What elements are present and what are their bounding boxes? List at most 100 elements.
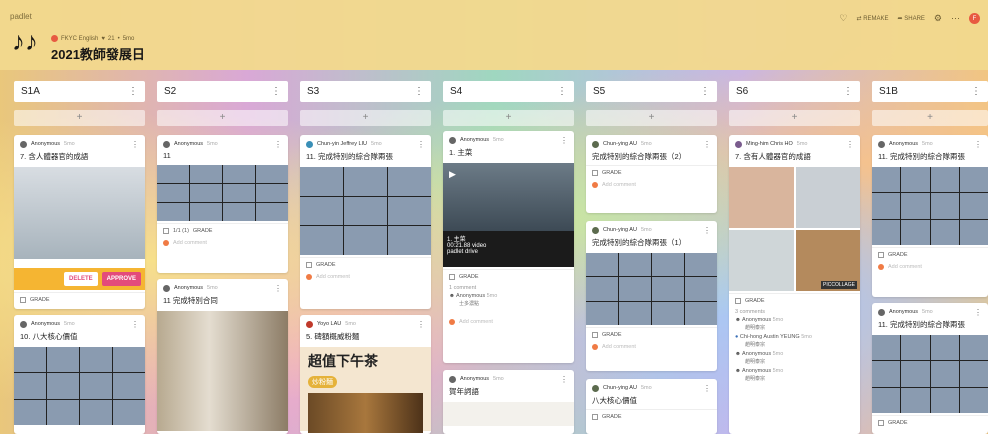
kebab-icon[interactable]: ⋮ (131, 320, 139, 329)
post-card[interactable]: Chun-ying AU 5mo ⋮ 八大核心價值 GRADE (586, 379, 717, 434)
add-comment[interactable]: Add comment (586, 342, 717, 355)
kebab-icon[interactable]: ⋮ (560, 136, 568, 145)
post-card[interactable]: Anonymous 5mo ⋮ 11 完成特別合同 (157, 279, 288, 434)
kebab-icon[interactable]: ⋮ (274, 140, 282, 149)
column-header[interactable]: S1A ⋮ (14, 81, 145, 102)
post-time: 5mo (640, 141, 652, 147)
kebab-icon[interactable]: ⋮ (417, 140, 425, 149)
video-frame[interactable]: ▶ (443, 163, 574, 231)
user-avatar[interactable]: F (969, 13, 980, 24)
kebab-icon[interactable]: ⋮ (703, 140, 711, 149)
post-card[interactable]: Ming-him Chris HO 5mo ⋮ 7. 含有人體器官的成語 PICCO… (729, 135, 860, 434)
grade-row[interactable]: GRADE (729, 293, 860, 308)
add-post-button[interactable]: + (14, 110, 145, 126)
add-post-button[interactable]: + (872, 110, 988, 126)
collage-cell (795, 167, 860, 228)
more-icon[interactable]: ⋯ (951, 13, 960, 24)
post-title: 八大核心價值 (592, 396, 637, 405)
add-comment[interactable]: Add comment (872, 262, 988, 275)
kebab-icon[interactable]: ⋮ (128, 86, 138, 97)
post-image[interactable] (872, 167, 988, 245)
add-comment[interactable]: Add comment (443, 317, 574, 330)
kebab-icon[interactable]: ⋮ (843, 86, 853, 97)
post-image[interactable]: 超值下午茶 炒粉麵 (300, 347, 431, 433)
grade-row[interactable]: GRADE (443, 269, 574, 284)
video-player[interactable]: ▶ 1. 主菜 00:21.88 video padlet drive (443, 163, 574, 267)
kebab-icon[interactable]: ⋮ (417, 320, 425, 329)
remake-button[interactable]: ⇄ REMAKE (857, 15, 889, 22)
share-button[interactable]: ➦ SHARE (898, 15, 925, 22)
column-header[interactable]: S1B ⋮ (872, 81, 988, 102)
kebab-icon[interactable]: ⋮ (703, 226, 711, 235)
grade-row[interactable]: GRADE (300, 257, 431, 272)
add-comment[interactable]: Add comment (300, 272, 431, 285)
post-image[interactable] (586, 253, 717, 325)
kebab-icon[interactable]: ⋮ (700, 86, 710, 97)
author-avatar (449, 375, 456, 383)
post-image[interactable] (443, 402, 574, 426)
add-post-button[interactable]: + (586, 110, 717, 126)
kebab-icon[interactable]: ⋮ (414, 86, 424, 97)
grade-row[interactable]: 1/1 (1) GRADE (157, 223, 288, 238)
comment-count[interactable]: 1 comment (443, 284, 574, 292)
kebab-icon[interactable]: ⋮ (974, 140, 982, 149)
post-card[interactable]: Chun-ying AU 5mo ⋮ 完成特別的綜合隊兩張（2） GRADE Add… (586, 135, 717, 213)
column-header[interactable]: S6 ⋮ (729, 81, 860, 102)
post-card[interactable]: Anonymous 5mo ⋮ 10. 八大核心價值 (14, 315, 145, 434)
add-comment[interactable]: Add comment (157, 238, 288, 251)
add-post-button[interactable]: + (300, 110, 431, 126)
post-card[interactable]: Anonymous 5mo ⋮ 賀年詞語 (443, 370, 574, 434)
kebab-icon[interactable]: ⋮ (560, 375, 568, 384)
kebab-icon[interactable]: ⋮ (271, 86, 281, 97)
post-image[interactable] (14, 167, 145, 259)
add-comment[interactable]: Add comment (586, 180, 717, 193)
add-post-button[interactable]: + (157, 110, 288, 126)
post-time: 5mo (640, 227, 652, 233)
post-card[interactable]: Anonymous 5mo ⋮ 11. 完成特別的綜合隊兩張 GRADE (872, 303, 988, 434)
board-author[interactable]: FKYC English (61, 36, 98, 42)
post-card[interactable]: Chun-yin Jeffrey LIU 5mo ⋮ 11. 完成特別的綜合隊兩張 … (300, 135, 431, 309)
post-image[interactable] (157, 311, 288, 431)
post-card[interactable]: Yoyo LAU 5mo ⋮ 5. 碑額概威粉麵 超值下午茶 炒粉麵 (300, 315, 431, 434)
post-image[interactable] (872, 335, 988, 413)
grade-label: GRADE (602, 170, 622, 176)
grade-row[interactable]: GRADE (14, 292, 145, 307)
column-header[interactable]: S4 ⋮ (443, 81, 574, 102)
heart-icon[interactable]: ♡ (839, 13, 847, 24)
comment-count[interactable]: 3 comments (729, 308, 860, 316)
kebab-icon[interactable]: ⋮ (557, 86, 567, 97)
gear-icon[interactable]: ⚙ (934, 13, 942, 24)
comment-author: ☻ Anonymous 5mo (729, 316, 860, 324)
post-image[interactable]: PICCOLLAGE (729, 167, 860, 291)
kebab-icon[interactable]: ⋮ (971, 86, 981, 97)
brand-logo[interactable]: padlet (10, 12, 32, 21)
post-card[interactable]: Anonymous 5mo ⋮ 11 1/1 (1) GRADE Add commen… (157, 135, 288, 273)
kebab-icon[interactable]: ⋮ (974, 308, 982, 317)
post-card[interactable]: Anonymous 5mo ⋮ 7. 含人體器官的成語 DELETE APPROVE… (14, 135, 145, 309)
play-icon[interactable]: ▶ (449, 169, 456, 180)
post-card[interactable]: Chun-ying AU 5mo ⋮ 完成特別的綜合隊兩張（1） GRADE Add… (586, 221, 717, 371)
kebab-icon[interactable]: ⋮ (131, 140, 139, 149)
post-card[interactable]: Anonymous 5mo ⋮ 11. 完成特別的綜合隊兩張 GRADE Add c… (872, 135, 988, 297)
column-header[interactable]: S2 ⋮ (157, 81, 288, 102)
delete-button[interactable]: DELETE (63, 272, 98, 286)
post-image[interactable] (300, 167, 431, 255)
grade-row[interactable]: GRADE (586, 327, 717, 342)
column-header[interactable]: S3 ⋮ (300, 81, 431, 102)
add-post-button[interactable]: + (443, 110, 574, 126)
approve-button[interactable]: APPROVE (101, 272, 141, 286)
grade-row[interactable]: GRADE (872, 247, 988, 262)
post-image[interactable] (157, 165, 288, 221)
comment-avatar (878, 264, 884, 270)
grade-row[interactable]: GRADE (586, 165, 717, 180)
grade-row[interactable]: GRADE (872, 415, 988, 430)
kebab-icon[interactable]: ⋮ (274, 284, 282, 293)
post-time: 5mo (371, 141, 382, 147)
grade-row[interactable]: GRADE (586, 409, 717, 424)
kebab-icon[interactable]: ⋮ (846, 140, 854, 149)
post-card[interactable]: Anonymous 5mo ⋮ 1. 主菜 ▶ 1. 主菜 00:21.88 vid… (443, 131, 574, 363)
column-header[interactable]: S5 ⋮ (586, 81, 717, 102)
post-image[interactable] (14, 347, 145, 425)
add-post-button[interactable]: + (729, 110, 860, 126)
kebab-icon[interactable]: ⋮ (703, 384, 711, 393)
